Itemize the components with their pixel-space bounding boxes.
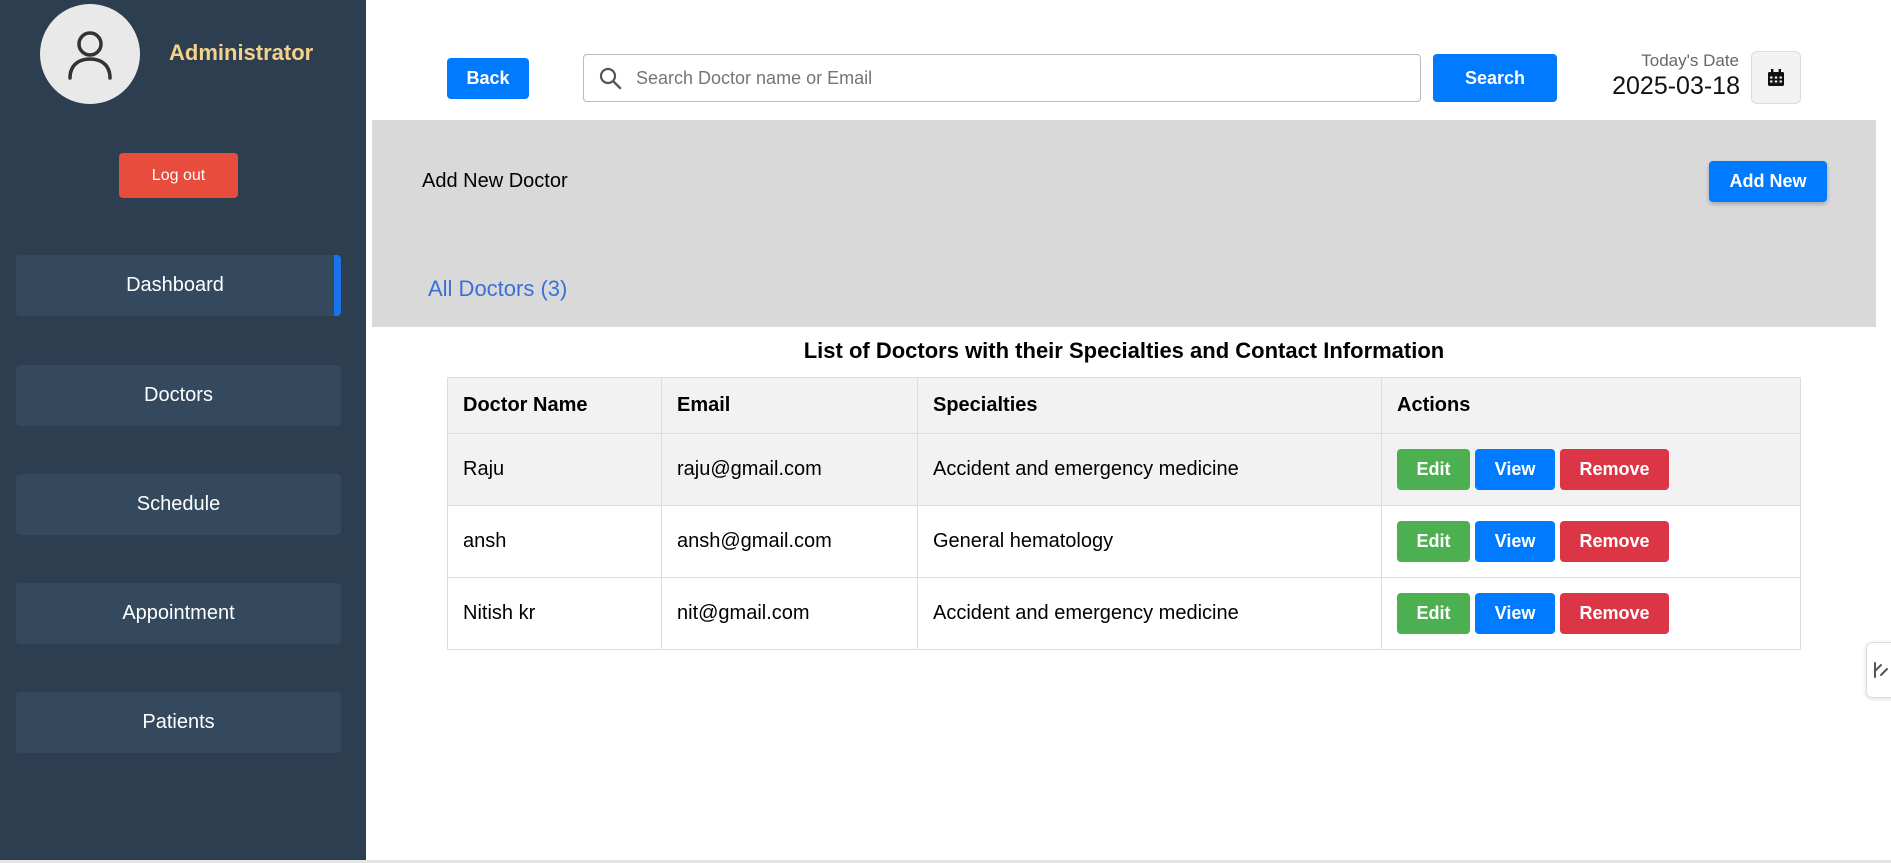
- table-header-row: Doctor Name Email Specialties Actions: [447, 377, 1801, 434]
- edit-button[interactable]: Edit: [1397, 593, 1470, 634]
- nav-item-schedule[interactable]: Schedule: [16, 474, 341, 535]
- doctor-specialty-cell: Accident and emergency medicine: [917, 433, 1382, 506]
- nav-item-dashboard[interactable]: Dashboard: [16, 255, 341, 316]
- user-avatar-icon: [40, 4, 140, 104]
- side-panel-icon: [1874, 662, 1888, 678]
- remove-button[interactable]: Remove: [1560, 593, 1669, 634]
- view-button[interactable]: View: [1475, 449, 1555, 490]
- doctor-specialty-cell: Accident and emergency medicine: [917, 577, 1382, 650]
- date-label: Today's Date: [1641, 51, 1739, 70]
- add-new-button[interactable]: Add New: [1709, 161, 1827, 202]
- doctor-name-cell: Raju: [447, 433, 662, 506]
- doctors-table: Doctor Name Email Specialties Actions Ra…: [447, 377, 1801, 650]
- sidebar: Administrator Log out Dashboard Doctors …: [0, 0, 366, 860]
- actions-cell: Edit View Remove: [1381, 577, 1801, 650]
- remove-button[interactable]: Remove: [1560, 521, 1669, 562]
- calendar-icon: [1768, 68, 1784, 86]
- all-doctors-count: All Doctors (3): [428, 276, 568, 301]
- doctor-specialty-cell: General hematology: [917, 505, 1382, 578]
- date-value: 2025-03-18: [1612, 72, 1740, 100]
- nav-item-label: Doctors: [144, 384, 213, 406]
- nav-item-label: Schedule: [136, 493, 221, 515]
- nav-item-patients[interactable]: Patients: [16, 692, 341, 753]
- add-doctor-label: Add New Doctor: [422, 170, 568, 192]
- remove-button[interactable]: Remove: [1560, 449, 1669, 490]
- nav-item-label: Appointment: [122, 602, 235, 624]
- table-row: Raju raju@gmail.com Accident and emergen…: [447, 433, 1801, 506]
- table-caption: List of Doctors with their Specialties a…: [803, 338, 1445, 363]
- column-header: Specialties: [917, 377, 1382, 434]
- nav-item-label: Patients: [142, 711, 215, 733]
- actions-cell: Edit View Remove: [1381, 505, 1801, 578]
- doctor-name-cell: Nitish kr: [447, 577, 662, 650]
- doctor-email-cell: nit@gmail.com: [661, 577, 918, 650]
- side-panel-toggle[interactable]: [1866, 642, 1891, 698]
- doctor-name-cell: ansh: [447, 505, 662, 578]
- doctor-email-cell: ansh@gmail.com: [661, 505, 918, 578]
- view-button[interactable]: View: [1475, 593, 1555, 634]
- nav-item-doctors[interactable]: Doctors: [16, 365, 341, 426]
- search-box[interactable]: [583, 54, 1421, 102]
- add-doctor-panel: Add New Doctor Add New All Doctors (3): [372, 120, 1876, 327]
- actions-cell: Edit View Remove: [1381, 433, 1801, 506]
- table-row: Nitish kr nit@gmail.com Accident and eme…: [447, 577, 1801, 650]
- calendar-button[interactable]: [1751, 51, 1801, 104]
- edit-button[interactable]: Edit: [1397, 521, 1470, 562]
- back-button[interactable]: Back: [447, 58, 529, 99]
- search-input[interactable]: [636, 67, 1420, 89]
- nav-item-label: Dashboard: [126, 274, 224, 296]
- column-header: Actions: [1381, 377, 1801, 434]
- admin-name: Administrator: [169, 40, 314, 65]
- search-icon: [584, 66, 636, 90]
- nav-item-appointment[interactable]: Appointment: [16, 583, 341, 644]
- view-button[interactable]: View: [1475, 521, 1555, 562]
- search-button[interactable]: Search: [1433, 54, 1557, 102]
- edit-button[interactable]: Edit: [1397, 449, 1470, 490]
- logout-button[interactable]: Log out: [119, 153, 238, 198]
- column-header: Email: [661, 377, 918, 434]
- table-row: ansh ansh@gmail.com General hematology E…: [447, 505, 1801, 578]
- doctor-email-cell: raju@gmail.com: [661, 433, 918, 506]
- column-header: Doctor Name: [447, 377, 662, 434]
